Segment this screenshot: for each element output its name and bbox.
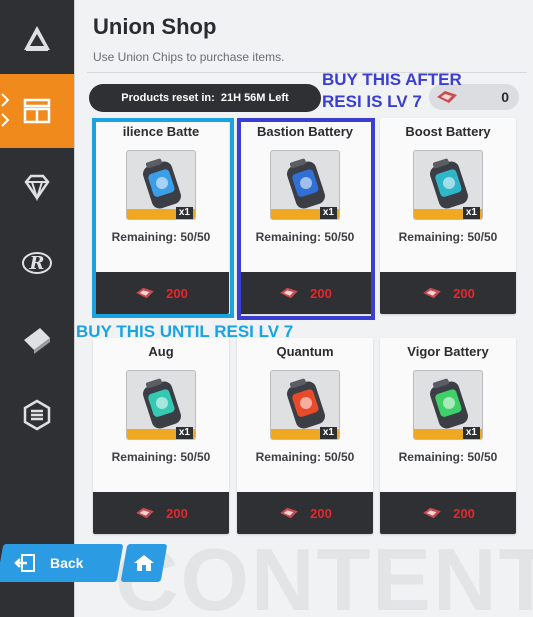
union-chip-icon — [136, 287, 154, 299]
reset-timer: Products reset in: 21H 56M Left — [89, 84, 321, 112]
item-image: x1 — [126, 150, 196, 220]
item-image: x1 — [413, 150, 483, 220]
sidebar-item-hex[interactable] — [0, 378, 74, 452]
reset-time: 21H 56M Left — [220, 92, 289, 104]
currency-count: 0 — [501, 89, 509, 105]
item-image: x1 — [270, 370, 340, 440]
ticket-icon — [24, 328, 50, 354]
item-remaining: Remaining: 50/50 — [111, 450, 211, 464]
item-price: 200 — [310, 285, 332, 301]
union-chip-icon — [136, 507, 154, 519]
item-remaining: Remaining: 50/50 — [111, 230, 211, 244]
annotation-text-after-2: RESI IS LV 7 — [322, 92, 422, 111]
item-name: Aug — [148, 344, 174, 359]
item-quantity: x1 — [319, 427, 337, 439]
price-bar: 200 — [237, 492, 373, 534]
item-image: x1 — [413, 370, 483, 440]
battery-icon — [143, 158, 181, 209]
item-remaining: Remaining: 50/50 — [255, 450, 355, 464]
back-button[interactable]: Back — [0, 544, 124, 582]
union-chip-icon — [280, 507, 298, 519]
page-title: Union Shop — [93, 14, 217, 39]
item-name: Vigor Battery — [407, 344, 489, 359]
svg-text:R: R — [29, 253, 45, 274]
battery-icon — [287, 378, 325, 429]
sidebar-item-union-shop[interactable] — [0, 74, 74, 148]
r-logo-icon: R — [22, 252, 52, 274]
shop-item-card[interactable]: Boost Battery x1 Remaining: 50/50 200 — [380, 118, 516, 314]
item-remaining: Remaining: 50/50 — [398, 450, 498, 464]
battery-icon — [143, 378, 181, 429]
price-bar: 200 — [237, 272, 373, 314]
price-bar: 200 — [380, 272, 516, 314]
item-remaining: Remaining: 50/50 — [255, 230, 355, 244]
sidebar: R — [0, 0, 74, 617]
back-label: Back — [50, 555, 84, 571]
item-quantity: x1 — [462, 427, 480, 439]
item-price: 200 — [166, 285, 188, 301]
item-name: Quantum — [276, 344, 334, 359]
battery-icon — [287, 158, 325, 209]
annotation-text-until: BUY THIS UNTIL RESI LV 7 — [76, 322, 294, 341]
item-price: 200 — [166, 505, 188, 521]
sidebar-item-r-shop[interactable]: R — [0, 226, 74, 300]
battery-icon — [430, 378, 468, 429]
item-image: x1 — [126, 370, 196, 440]
union-shop-icon — [23, 98, 51, 124]
home-button[interactable] — [120, 544, 168, 582]
item-price: 200 — [453, 505, 475, 521]
union-chip-icon — [437, 91, 457, 103]
price-bar: 200 — [93, 272, 229, 314]
item-price: 200 — [453, 285, 475, 301]
item-name: ilience Batte — [122, 124, 200, 139]
price-bar: 200 — [380, 492, 516, 534]
shop-item-card[interactable]: Vigor Battery x1 Remaining: 50/50 200 — [380, 338, 516, 534]
background-watermark: CONTENT — [115, 530, 533, 617]
union-chip-icon — [423, 287, 441, 299]
battery-icon — [430, 158, 468, 209]
annotation-text-after-1: BUY THIS AFTER — [322, 70, 462, 89]
item-quantity: x1 — [462, 207, 480, 219]
shop-home-icon — [24, 26, 50, 51]
sidebar-item-home[interactable] — [0, 2, 74, 76]
page-subtitle: Use Union Chips to purchase items. — [93, 50, 285, 64]
shop-item-card[interactable]: ilience Batte x1 Remaining: 50/50 200 — [93, 118, 229, 314]
union-chip-icon — [280, 287, 298, 299]
sidebar-item-gems[interactable] — [0, 150, 74, 224]
item-name: Boost Battery — [405, 124, 491, 139]
item-price: 200 — [310, 505, 332, 521]
sidebar-item-tickets[interactable] — [0, 302, 74, 376]
active-arrows-icon — [1, 93, 10, 127]
price-bar: 200 — [93, 492, 229, 534]
union-chip-icon — [423, 507, 441, 519]
exit-icon — [14, 554, 35, 572]
item-quantity: x1 — [175, 207, 193, 219]
main-panel: CONTENT Union Shop Use Union Chips to pu… — [74, 0, 533, 617]
item-quantity: x1 — [175, 427, 193, 439]
item-quantity: x1 — [319, 207, 337, 219]
home-icon — [134, 555, 154, 571]
shop-item-card[interactable]: Bastion Battery x1 Remaining: 50/50 200 — [237, 118, 373, 314]
item-name: Bastion Battery — [256, 124, 354, 139]
hex-badge-icon — [23, 399, 51, 431]
item-remaining: Remaining: 50/50 — [398, 230, 498, 244]
item-image: x1 — [270, 150, 340, 220]
shop-item-card[interactable]: Quantum x1 Remaining: 50/50 200 — [237, 338, 373, 534]
reset-label: Products reset in: — [121, 92, 215, 104]
gem-icon — [24, 174, 50, 202]
shop-item-card[interactable]: Aug x1 Remaining: 50/50 200 — [93, 338, 229, 534]
